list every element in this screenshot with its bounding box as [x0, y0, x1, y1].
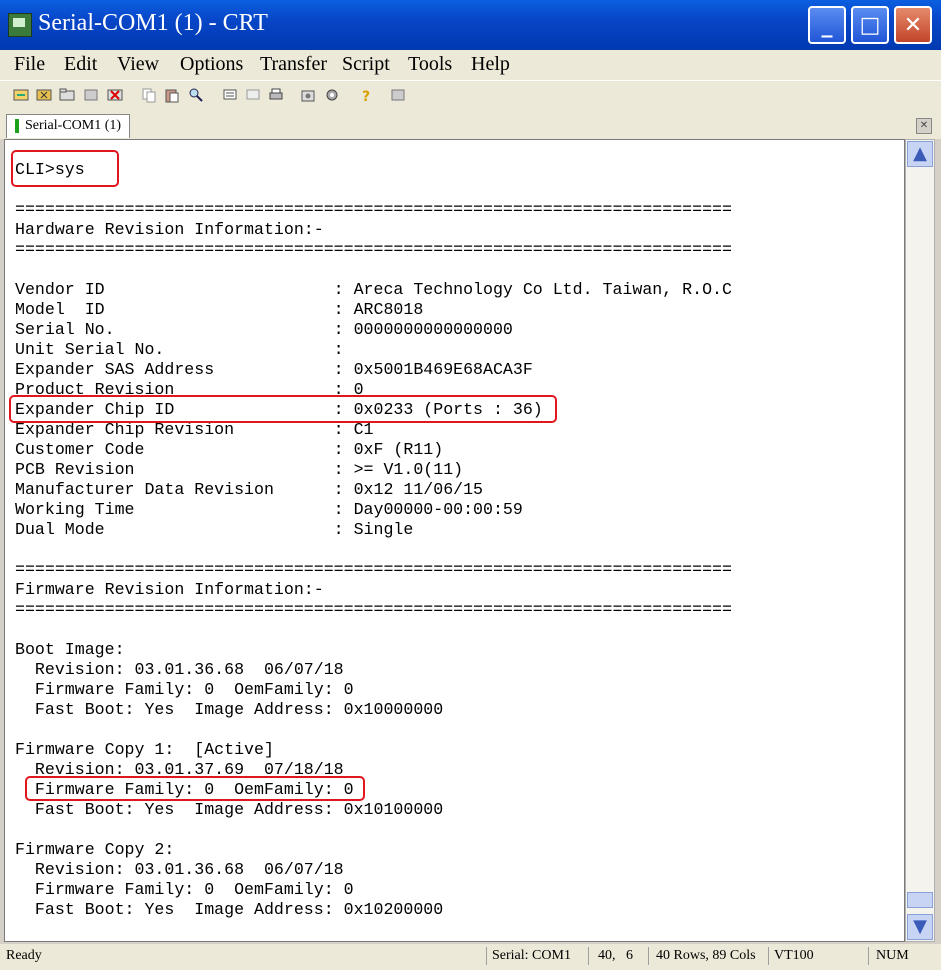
tab-label: Serial-COM1 (1)	[25, 118, 122, 133]
terminal-line: Manufacturer Data Revision : 0x12 11/06/…	[15, 480, 484, 499]
scroll-up-icon[interactable]: ▲	[907, 141, 933, 167]
terminal-line: Working Time : Day00000-00:00:59	[15, 500, 523, 519]
title-bar[interactable]: Serial-COM1 (1) - CRT _ □ ✕	[0, 0, 941, 50]
status-numlock: NUM	[876, 948, 909, 963]
terminal-line: Revision: 03.01.36.68 06/07/18	[15, 660, 344, 679]
menu-bar: File Edit View Options Transfer Script T…	[0, 50, 941, 81]
global-options-icon[interactable]	[324, 87, 340, 103]
terminal-line: Hardware Revision Information:-	[15, 220, 324, 239]
terminal-line: Firmware Family: 0 OemFamily: 0	[15, 680, 354, 699]
status-connection: Serial: COM1	[492, 948, 571, 963]
terminal-line: Firmware Copy 2:	[15, 840, 175, 859]
status-ready: Ready	[6, 948, 42, 963]
status-divider	[486, 947, 487, 965]
highlight-box-firmware-family	[25, 776, 365, 801]
session-options-icon[interactable]	[300, 87, 316, 103]
highlight-box-chip-id	[9, 395, 557, 423]
terminal-line: Customer Code : 0xF (R11)	[15, 440, 444, 459]
terminal-line: Model ID : ARC8018	[15, 300, 424, 319]
status-divider	[648, 947, 649, 965]
connect-in-tab-icon[interactable]	[59, 87, 75, 103]
close-button[interactable]: ✕	[894, 6, 932, 44]
menu-transfer[interactable]: Transfer	[260, 53, 327, 76]
maximize-button[interactable]: □	[851, 6, 889, 44]
terminal-screen[interactable]: CLI>sys ================================…	[4, 139, 905, 942]
status-bar: Ready Serial: COM1 40, 6 40 Rows, 89 Col…	[0, 944, 941, 970]
terminal-line: Firmware Revision Information:-	[15, 580, 324, 599]
status-divider	[588, 947, 589, 965]
print-screen-icon[interactable]	[222, 87, 238, 103]
keymap-icon[interactable]	[390, 87, 406, 103]
terminal-line: Boot Image:	[15, 640, 125, 659]
terminal-line: Firmware Family: 0 OemFamily: 0	[15, 880, 354, 899]
disconnect-icon[interactable]	[107, 87, 123, 103]
status-terminal-size: 40 Rows, 89 Cols	[656, 948, 756, 963]
menu-script[interactable]: Script	[342, 53, 390, 76]
close-icon: ✕	[903, 12, 923, 38]
status-divider	[868, 947, 869, 965]
minimize-icon: _	[821, 12, 833, 38]
terminal-line: Expander SAS Address : 0x5001B469E68ACA3…	[15, 360, 533, 379]
tab-serial-com1[interactable]: Serial-COM1 (1)	[6, 114, 130, 138]
window-title: Serial-COM1 (1) - CRT	[38, 10, 268, 36]
menu-view[interactable]: View	[117, 53, 159, 76]
terminal-line: ========================================…	[15, 240, 732, 259]
find-icon[interactable]	[188, 87, 204, 103]
terminal-line: ========================================…	[15, 560, 732, 579]
status-cursor-position: 40, 6	[598, 948, 633, 963]
highlight-box-command	[11, 150, 119, 187]
terminal-line: ========================================…	[15, 200, 732, 219]
terminal-line: Serial No. : 0000000000000000	[15, 320, 513, 339]
paste-icon[interactable]	[164, 87, 180, 103]
terminal-line: Unit Serial No. :	[15, 340, 344, 359]
menu-edit[interactable]: Edit	[64, 53, 97, 76]
toolbar: ?	[0, 81, 941, 111]
menu-file[interactable]: File	[14, 53, 45, 76]
minimize-button[interactable]: _	[808, 6, 846, 44]
terminal-line: Fast Boot: Yes Image Address: 0x10200000	[15, 900, 444, 919]
help-icon[interactable]: ?	[358, 87, 374, 103]
status-emulation: VT100	[774, 948, 814, 963]
copy-icon[interactable]	[141, 87, 157, 103]
status-divider	[768, 947, 769, 965]
print-icon[interactable]	[268, 87, 284, 103]
terminal-line: Expander Chip Revision : C1	[15, 420, 374, 439]
terminal-line: Revision: 03.01.36.68 06/07/18	[15, 860, 344, 879]
vertical-scrollbar[interactable]: ▲ ▼	[905, 139, 935, 942]
terminal-line: Dual Mode : Single	[15, 520, 414, 539]
terminal-line: Fast Boot: Yes Image Address: 0x10100000	[15, 800, 444, 819]
reconnect-icon[interactable]	[83, 87, 99, 103]
connect-icon[interactable]	[13, 87, 29, 103]
connected-indicator-icon	[15, 119, 19, 133]
print-selection-icon[interactable]	[245, 87, 261, 103]
menu-options[interactable]: Options	[180, 53, 243, 76]
terminal-line: Firmware Copy 1: [Active]	[15, 740, 274, 759]
close-tab-icon[interactable]: ✕	[916, 118, 932, 134]
menu-tools[interactable]: Tools	[408, 53, 452, 76]
tab-bar: Serial-COM1 (1)	[0, 111, 941, 139]
scroll-thumb[interactable]	[907, 892, 933, 908]
maximize-icon: □	[859, 12, 881, 38]
terminal-line: Vendor ID : Areca Technology Co Ltd. Tai…	[15, 280, 732, 299]
terminal-line: ========================================…	[15, 600, 732, 619]
terminal-line: PCB Revision : >= V1.0(11)	[15, 460, 464, 479]
quick-connect-icon[interactable]	[36, 87, 52, 103]
svg-text:?: ?	[362, 89, 370, 103]
crt-app-icon[interactable]	[8, 13, 32, 37]
scroll-down-icon[interactable]: ▼	[907, 914, 933, 940]
menu-help[interactable]: Help	[471, 53, 510, 76]
terminal-line: Fast Boot: Yes Image Address: 0x10000000	[15, 700, 444, 719]
